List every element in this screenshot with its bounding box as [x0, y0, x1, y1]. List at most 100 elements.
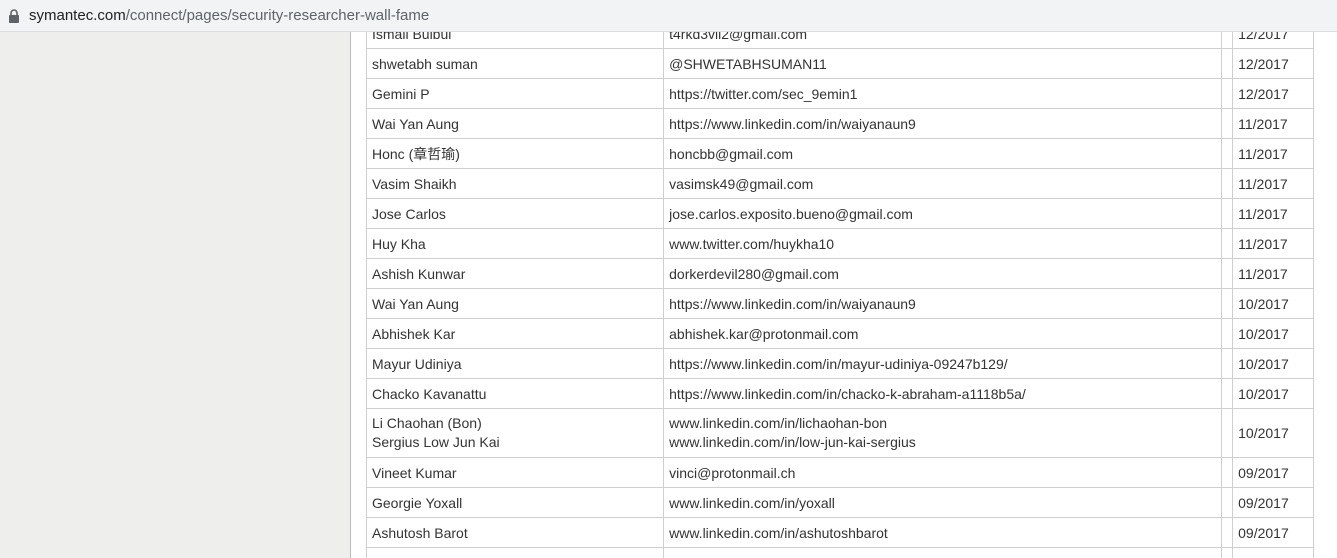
- spacer-cell: [1221, 228, 1234, 259]
- date-cell: 10/2017: [1232, 348, 1314, 379]
- date-cell: 11/2017: [1232, 108, 1314, 139]
- contact-cell: https://www.linkedin.com/in/waiyanaun9: [663, 288, 1223, 319]
- spacer-cell: [1221, 408, 1234, 458]
- name-cell: Ismail Bulbul: [365, 32, 665, 49]
- contact-cell: vinci@protonmail.ch: [663, 457, 1223, 488]
- contact-cell: https://www.linkedin.com/in/chacko-k-abr…: [663, 378, 1223, 409]
- name-cell: Li Chaohan (Bon) Sergius Low Jun Kai: [365, 408, 665, 458]
- name-cell: Ashutosh Barot: [365, 517, 665, 548]
- table-row: Honc (章哲瑜) honcbb@gmail.com 11/2017: [365, 138, 1314, 169]
- name-cell: Vineet Kumar: [365, 457, 665, 488]
- contact-cell: dorkerdevil280@gmail.com: [663, 258, 1223, 289]
- date-cell: 11/2017: [1232, 228, 1314, 259]
- contact-cell: https://twitter.com/sec_9emin1: [663, 78, 1223, 109]
- spacer-cell: [1221, 547, 1234, 558]
- table-row: Huy Kha www.twitter.com/huykha10 11/2017: [365, 228, 1314, 259]
- spacer-cell: [1221, 378, 1234, 409]
- contact-cell: https://www.linkedin.com/in/mayur-udiniy…: [663, 348, 1223, 379]
- contact-line: www.linkedin.com/in/low-jun-kai-sergius: [669, 434, 916, 450]
- table-row: Wai Yan Aung https://www.linkedin.com/in…: [365, 288, 1314, 319]
- spacer-cell: [1221, 32, 1234, 49]
- contact-cell: t4rkd3vil2@gmail.com: [663, 32, 1223, 49]
- date-cell: 10/2017: [1232, 408, 1314, 458]
- date-cell: 10/2017: [1232, 288, 1314, 319]
- contact-cell: honcbb@gmail.com: [663, 138, 1223, 169]
- table-row: Mayur Udiniya https://www.linkedin.com/i…: [365, 348, 1314, 379]
- table-row: Wai Yan Aung https://www.linkedin.com/in…: [365, 108, 1314, 139]
- contact-cell: [663, 547, 1223, 558]
- contact-cell: vasimsk49@gmail.com: [663, 168, 1223, 199]
- contact-cell: jose.carlos.exposito.bueno@gmail.com: [663, 198, 1223, 229]
- spacer-cell: [1221, 168, 1234, 199]
- name-cell: Jose Carlos: [365, 198, 665, 229]
- name-line: Sergius Low Jun Kai: [372, 434, 500, 450]
- date-cell: 12/2017: [1232, 78, 1314, 109]
- spacer-cell: [1221, 288, 1234, 319]
- table-row: Ashutosh Barot www.linkedin.com/in/ashut…: [365, 517, 1314, 548]
- table-row: Vasim Shaikh vasimsk49@gmail.com 11/2017: [365, 168, 1314, 199]
- date-cell: 12/2017: [1232, 32, 1314, 49]
- table-row: Gemini P https://twitter.com/sec_9emin1 …: [365, 78, 1314, 109]
- contact-cell: www.twitter.com/huykha10: [663, 228, 1223, 259]
- name-line: Li Chaohan (Bon): [372, 415, 482, 431]
- name-cell: Ashish Kunwar: [365, 258, 665, 289]
- contact-cell: @SHWETABHSUMAN11: [663, 48, 1223, 79]
- researcher-table: Ismail Bulbul t4rkd3vil2@gmail.com 12/20…: [365, 32, 1314, 558]
- table-row: Ismail Bulbul t4rkd3vil2@gmail.com 12/20…: [365, 32, 1314, 49]
- lock-icon: [9, 9, 19, 23]
- name-cell: Huy Kha: [365, 228, 665, 259]
- date-cell: 10/2017: [1232, 318, 1314, 349]
- spacer-cell: [1221, 517, 1234, 548]
- spacer-cell: [1221, 108, 1234, 139]
- table-row: Georgie Yoxall www.linkedin.com/in/yoxal…: [365, 487, 1314, 518]
- date-cell: 09/2017: [1232, 517, 1314, 548]
- contact-cell: www.linkedin.com/in/ashutoshbarot: [663, 517, 1223, 548]
- url-path: /connect/pages/security-researcher-wall-…: [125, 7, 430, 24]
- url-text[interactable]: symantec.com/connect/pages/security-rese…: [29, 7, 429, 24]
- table-row: Ashish Kunwar dorkerdevil280@gmail.com 1…: [365, 258, 1314, 289]
- name-cell: Abhishek Kar: [365, 318, 665, 349]
- name-cell: Wai Yan Aung: [365, 108, 665, 139]
- date-cell: 11/2017: [1232, 198, 1314, 229]
- browser-address-bar[interactable]: symantec.com/connect/pages/security-rese…: [0, 0, 1337, 32]
- table-row: Chacko Kavanattu https://www.linkedin.co…: [365, 378, 1314, 409]
- date-cell: 12/2017: [1232, 48, 1314, 79]
- contact-cell: https://www.linkedin.com/in/waiyanaun9: [663, 108, 1223, 139]
- name-cell: Vasim Shaikh: [365, 168, 665, 199]
- spacer-cell: [1221, 457, 1234, 488]
- contact-cell: abhishek.kar@protonmail.com: [663, 318, 1223, 349]
- name-cell: [365, 547, 665, 558]
- name-cell: shwetabh suman: [365, 48, 665, 79]
- spacer-cell: [1221, 487, 1234, 518]
- main-content: Ismail Bulbul t4rkd3vil2@gmail.com 12/20…: [350, 32, 1337, 558]
- contact-cell: www.linkedin.com/in/yoxall: [663, 487, 1223, 518]
- name-cell: Georgie Yoxall: [365, 487, 665, 518]
- table-row: Vineet Kumar vinci@protonmail.ch 09/2017: [365, 457, 1314, 488]
- spacer-cell: [1221, 48, 1234, 79]
- date-cell: [1232, 547, 1314, 558]
- name-cell: Wai Yan Aung: [365, 288, 665, 319]
- name-cell: Honc (章哲瑜): [365, 138, 665, 169]
- url-domain: symantec.com: [29, 7, 126, 24]
- spacer-cell: [1221, 78, 1234, 109]
- contact-line: www.linkedin.com/in/lichaohan-bon: [669, 415, 888, 431]
- contact-cell: www.linkedin.com/in/lichaohan-bon www.li…: [663, 408, 1223, 458]
- date-cell: 11/2017: [1232, 168, 1314, 199]
- name-cell: Gemini P: [365, 78, 665, 109]
- date-cell: 09/2017: [1232, 487, 1314, 518]
- spacer-cell: [1221, 348, 1234, 379]
- table-row: [365, 547, 1314, 558]
- date-cell: 09/2017: [1232, 457, 1314, 488]
- date-cell: 11/2017: [1232, 138, 1314, 169]
- spacer-cell: [1221, 318, 1234, 349]
- date-cell: 10/2017: [1232, 378, 1314, 409]
- table-row: Abhishek Kar abhishek.kar@protonmail.com…: [365, 318, 1314, 349]
- table-row: shwetabh suman @SHWETABHSUMAN11 12/2017: [365, 48, 1314, 79]
- spacer-cell: [1221, 198, 1234, 229]
- spacer-cell: [1221, 258, 1234, 289]
- name-cell: Mayur Udiniya: [365, 348, 665, 379]
- table-row: Jose Carlos jose.carlos.exposito.bueno@g…: [365, 198, 1314, 229]
- name-cell: Chacko Kavanattu: [365, 378, 665, 409]
- spacer-cell: [1221, 138, 1234, 169]
- date-cell: 11/2017: [1232, 258, 1314, 289]
